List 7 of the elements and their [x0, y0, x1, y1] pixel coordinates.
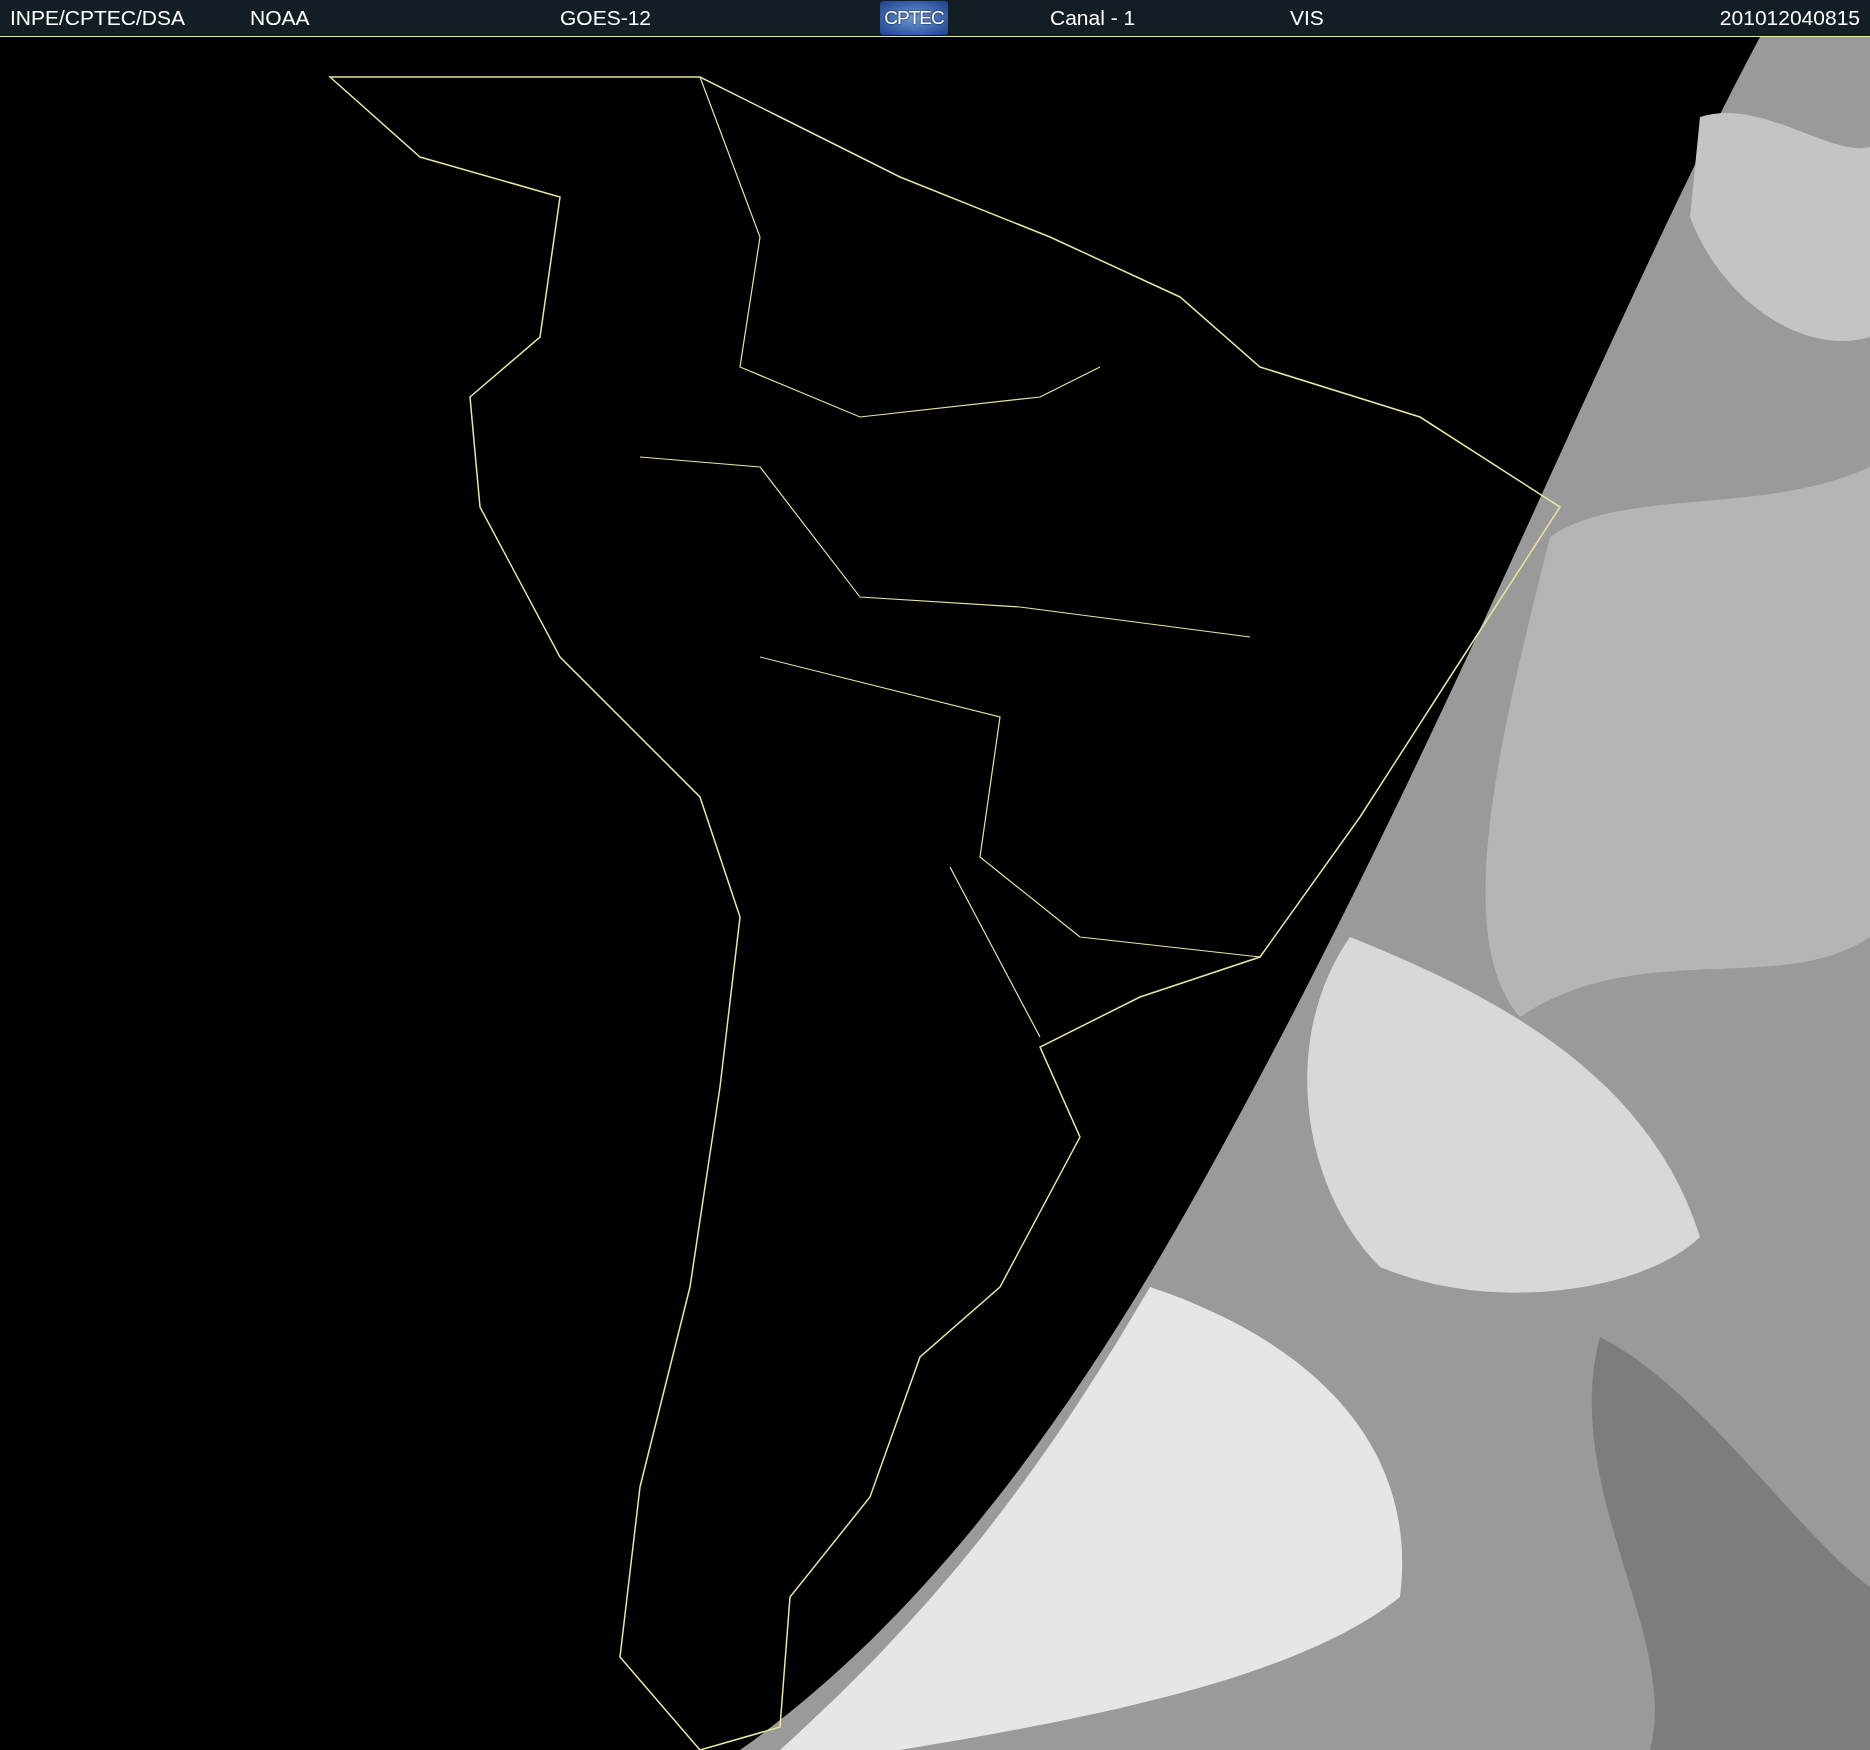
header-label: GOES-12 [560, 6, 652, 29]
header-label: NOAA [250, 6, 310, 29]
header-label: 201012040815 [1719, 6, 1860, 29]
logo: CPTEC [880, 1, 948, 35]
header-label: VIS [1290, 6, 1324, 29]
header-label: INPE/CPTEC/DSA [10, 6, 186, 29]
header-label: Canal - 1 [1050, 6, 1136, 29]
